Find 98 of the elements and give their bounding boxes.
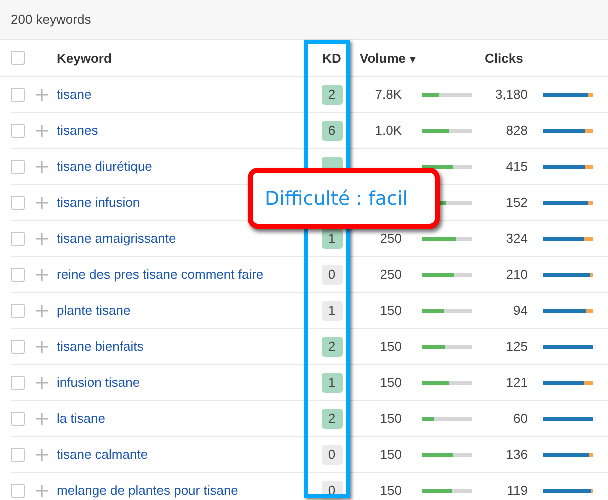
plus-icon[interactable] — [36, 340, 48, 352]
row-checkbox[interactable] — [11, 340, 25, 354]
volume-bar — [422, 488, 472, 492]
keyword-link[interactable]: tisane bienfaits — [57, 339, 144, 354]
plus-icon[interactable] — [36, 412, 48, 424]
difficulty-badge: 6 — [322, 120, 342, 140]
row-checkbox[interactable] — [11, 88, 25, 102]
plus-icon[interactable] — [36, 160, 48, 172]
clicks-bar — [543, 272, 593, 276]
volume-value: 7.8K — [375, 87, 402, 102]
volume-bar — [422, 452, 472, 456]
difficulty-badge: 0 — [322, 444, 342, 464]
clicks-value: 324 — [506, 231, 528, 246]
clicks-bar — [543, 488, 593, 492]
keyword-link[interactable]: tisane infusion — [57, 195, 140, 210]
plus-icon[interactable] — [36, 196, 48, 208]
row-checkbox[interactable] — [11, 232, 25, 246]
volume-value: 150 — [380, 339, 402, 354]
clicks-bar — [543, 128, 593, 132]
difficulty-badge: 1 — [322, 372, 342, 392]
difficulty-badge: 2 — [322, 84, 342, 104]
plus-icon[interactable] — [36, 88, 48, 100]
volume-value: 150 — [380, 375, 402, 390]
clicks-bar — [543, 164, 593, 168]
keyword-link[interactable]: infusion tisane — [57, 375, 140, 390]
clicks-bar — [543, 308, 593, 312]
difficulty-badge: 1 — [322, 228, 342, 248]
plus-icon[interactable] — [36, 268, 48, 280]
difficulty-badge: 2 — [322, 408, 342, 428]
clicks-value: 152 — [506, 195, 528, 210]
plus-icon[interactable] — [36, 124, 48, 136]
clicks-value: 94 — [514, 303, 528, 318]
plus-icon[interactable] — [36, 232, 48, 244]
row-checkbox[interactable] — [11, 376, 25, 390]
volume-bar — [422, 308, 472, 312]
clicks-value: 121 — [506, 375, 528, 390]
volume-value: 150 — [380, 447, 402, 462]
clicks-bar — [543, 380, 593, 384]
difficulty-badge: 1 — [322, 300, 342, 320]
difficulty-badge: 2 — [322, 336, 342, 356]
volume-bar — [422, 272, 472, 276]
volume-bar — [422, 164, 472, 168]
volume-value: 1.0K — [375, 123, 402, 138]
clicks-value: 136 — [506, 447, 528, 462]
clicks-value: 60 — [514, 411, 528, 426]
clicks-bar — [543, 416, 593, 420]
volume-bar — [422, 92, 472, 96]
clicks-bar — [543, 92, 593, 96]
row-checkbox[interactable] — [11, 304, 25, 318]
row-checkbox[interactable] — [11, 268, 25, 282]
select-all-checkbox[interactable] — [11, 51, 25, 65]
row-checkbox[interactable] — [11, 484, 25, 498]
volume-value: 150 — [380, 303, 402, 318]
row-checkbox[interactable] — [11, 160, 25, 174]
clicks-value: 125 — [506, 339, 528, 354]
sort-indicator[interactable]: ▼ — [408, 54, 418, 66]
column-header[interactable]: Clicks — [485, 50, 524, 66]
tooltip-text: Difficulté : facil — [265, 188, 408, 210]
plus-icon[interactable] — [36, 484, 48, 496]
volume-bar — [422, 416, 472, 420]
keyword-link[interactable]: plante tisane — [57, 303, 131, 318]
volume-value: 150 — [380, 411, 402, 426]
column-header[interactable]: Volume — [360, 50, 406, 66]
row-checkbox[interactable] — [11, 412, 25, 426]
plus-icon[interactable] — [36, 304, 48, 316]
clicks-bar — [543, 236, 593, 240]
difficulty-badge: 0 — [322, 264, 342, 284]
volume-bar — [422, 128, 472, 132]
plus-icon[interactable] — [36, 448, 48, 460]
keyword-link[interactable]: reine des pres tisane comment faire — [57, 267, 264, 282]
keyword-link[interactable]: la tisane — [57, 411, 106, 426]
plus-icon[interactable] — [36, 376, 48, 388]
keyword-link[interactable]: melange de plantes pour tisane — [57, 483, 238, 498]
keyword-link[interactable]: tisane calmante — [57, 447, 148, 462]
volume-bar — [422, 344, 472, 348]
keyword-link[interactable]: tisanes — [57, 123, 98, 138]
volume-value: 150 — [380, 483, 402, 498]
row-checkbox[interactable] — [11, 124, 25, 138]
clicks-value: 210 — [506, 267, 528, 282]
volume-bar — [422, 380, 472, 384]
keyword-link[interactable]: tisane — [57, 87, 92, 102]
column-header[interactable]: KD — [322, 50, 342, 66]
clicks-value: 828 — [506, 123, 528, 138]
keyword-count: 200 keywords — [11, 12, 92, 27]
clicks-value: 415 — [506, 159, 528, 174]
volume-value: 250 — [380, 231, 402, 246]
clicks-bar — [543, 452, 593, 456]
volume-value: 250 — [380, 267, 402, 282]
volume-bar — [422, 236, 472, 240]
clicks-value: 3,180 — [495, 87, 528, 102]
clicks-bar — [543, 344, 593, 348]
row-checkbox[interactable] — [11, 448, 25, 462]
column-header[interactable]: Keyword — [57, 50, 307, 66]
clicks-bar — [543, 200, 593, 204]
row-checkbox[interactable] — [11, 196, 25, 210]
keyword-link[interactable]: tisane amaigrissante — [57, 231, 176, 246]
clicks-value: 119 — [507, 483, 528, 498]
keyword-link[interactable]: tisane diurétique — [57, 159, 152, 174]
